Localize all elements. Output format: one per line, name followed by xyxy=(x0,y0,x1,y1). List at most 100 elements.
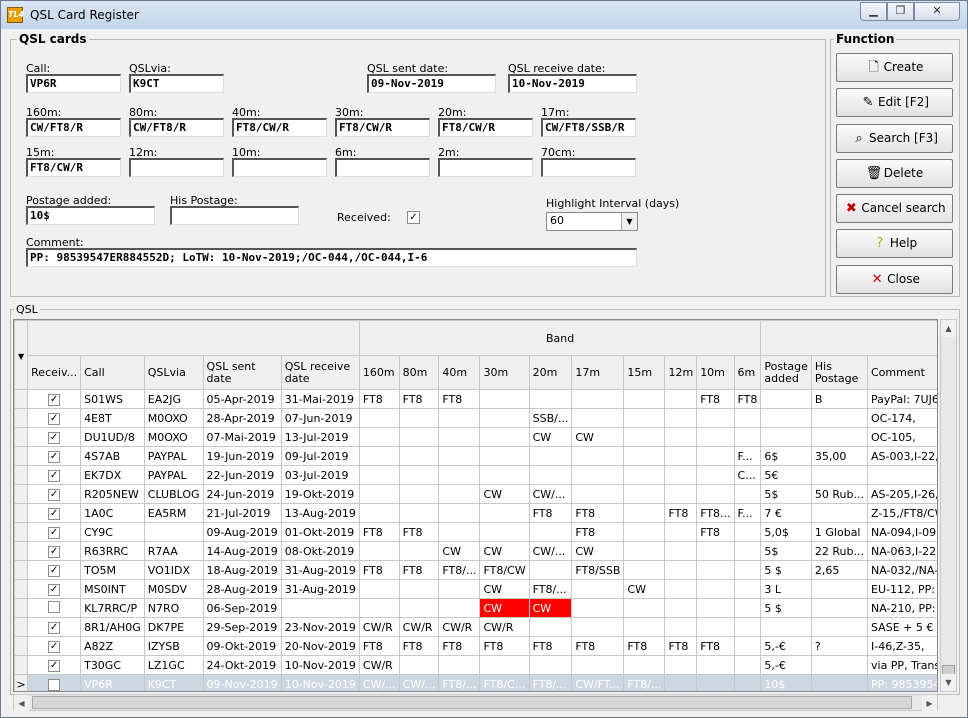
close-window-button[interactable]: ✕ xyxy=(914,2,960,21)
table-cell[interactable] xyxy=(438,446,481,466)
table-cell[interactable] xyxy=(733,636,762,656)
table-cell[interactable] xyxy=(143,522,204,542)
horizontal-scrollbar[interactable]: ◀ ▶ xyxy=(13,694,938,712)
table-cell[interactable] xyxy=(528,465,573,485)
table-cell[interactable]: FT8/SSB xyxy=(571,560,625,580)
table-cell[interactable] xyxy=(696,655,735,675)
table-cell[interactable]: Z-15,/FT8/CW/... xyxy=(867,503,937,523)
scroll-left-icon[interactable]: ◀ xyxy=(14,695,29,712)
table-cell[interactable] xyxy=(664,446,698,466)
table-cell[interactable]: CW xyxy=(479,484,530,504)
table-cell[interactable] xyxy=(623,427,666,447)
table-cell[interactable]: FT8/... xyxy=(528,579,573,599)
table-cell[interactable] xyxy=(867,465,937,485)
received-row-checkbox[interactable]: ✓ xyxy=(48,489,61,501)
table-cell[interactable] xyxy=(358,408,400,428)
table-cell[interactable]: 05-Apr-2019 xyxy=(202,389,282,409)
table-cell[interactable]: I-46,Z-35, xyxy=(867,636,937,656)
table-cell[interactable] xyxy=(528,655,573,675)
table-cell[interactable]: via PP, Transakt... xyxy=(867,655,937,675)
table-cell[interactable] xyxy=(571,655,625,675)
table-cell[interactable] xyxy=(733,579,762,599)
minimize-button[interactable]: ▁ xyxy=(860,2,887,21)
scroll-down-icon[interactable]: ▼ xyxy=(941,674,956,691)
table-cell[interactable]: CW xyxy=(479,541,530,561)
table-cell[interactable]: FT8 xyxy=(696,522,735,542)
table-cell[interactable] xyxy=(398,503,440,523)
table-cell[interactable]: FT8 xyxy=(438,636,481,656)
table-cell[interactable] xyxy=(398,408,440,428)
table-cell[interactable] xyxy=(623,408,666,428)
table-cell[interactable]: IZYSB xyxy=(143,636,204,656)
call-field[interactable]: VP6R xyxy=(26,74,121,93)
table-cell[interactable]: FT8 xyxy=(479,636,530,656)
table-row[interactable]: ✓ 4E8T M0OXO 28-Apr-2019 07-Jun-2019 SSB/... O… xyxy=(14,408,937,428)
column-header[interactable]: Comment xyxy=(867,355,937,390)
table-cell[interactable]: VO1IDX xyxy=(143,560,204,580)
table-cell[interactable]: 01-Okt-2019 xyxy=(280,522,360,542)
table-cell[interactable]: 13-Aug-2019 xyxy=(280,503,360,523)
table-cell[interactable]: K9CT xyxy=(143,674,204,691)
table-cell[interactable] xyxy=(696,484,735,504)
table-cell[interactable] xyxy=(479,655,530,675)
comment-field[interactable]: PP: 98539547ER884552D; LoTW: 10-Nov-2019… xyxy=(26,248,637,267)
table-cell[interactable] xyxy=(623,446,666,466)
table-cell[interactable] xyxy=(664,579,698,599)
received-checkbox[interactable]: ✓ xyxy=(407,211,420,224)
received-cell[interactable]: ✓ xyxy=(27,579,82,599)
table-cell[interactable]: N7RO xyxy=(143,598,204,618)
table-cell[interactable]: FT8 xyxy=(664,503,698,523)
table-cell[interactable]: EK7DX xyxy=(80,465,145,485)
table-cell[interactable]: PayPal: 7UJ639... xyxy=(867,389,937,409)
table-cell[interactable] xyxy=(528,560,573,580)
help-button[interactable]: ? Help xyxy=(836,229,953,258)
band-6m-field[interactable] xyxy=(335,158,430,177)
table-cell[interactable]: C... xyxy=(733,465,762,485)
table-cell[interactable] xyxy=(438,484,481,504)
table-cell[interactable]: PP: 98539547E... xyxy=(867,674,937,691)
table-cell[interactable]: 23-Nov-2019 xyxy=(280,617,360,637)
band-12m-field[interactable] xyxy=(129,158,224,177)
table-cell[interactable]: SSB/... xyxy=(528,408,573,428)
table-cell[interactable] xyxy=(479,408,530,428)
table-cell[interactable]: NA-063,I-22,Z-1... xyxy=(867,541,937,561)
received-row-checkbox[interactable]: ✓ xyxy=(48,470,61,482)
column-header[interactable]: 160m xyxy=(358,355,400,390)
received-row-checkbox[interactable]: ✓ xyxy=(48,413,61,425)
table-cell[interactable] xyxy=(623,655,666,675)
table-cell[interactable] xyxy=(810,408,869,428)
table-cell[interactable]: 3 L xyxy=(760,579,812,599)
table-cell[interactable] xyxy=(438,522,481,542)
column-header[interactable]: 20m xyxy=(528,355,573,390)
table-cell[interactable] xyxy=(810,655,869,675)
table-cell[interactable] xyxy=(623,541,666,561)
received-row-checkbox[interactable]: ✓ xyxy=(48,641,61,653)
table-cell[interactable] xyxy=(358,446,400,466)
received-cell[interactable]: ✓ xyxy=(27,674,82,691)
table-cell[interactable]: 5,-€ xyxy=(760,636,812,656)
table-cell[interactable] xyxy=(571,484,625,504)
table-cell[interactable] xyxy=(438,503,481,523)
table-cell[interactable]: PAYPAL xyxy=(143,465,204,485)
table-cell[interactable]: SASE + 5 € xyxy=(867,617,937,637)
column-header[interactable]: QSL sent date xyxy=(202,355,282,390)
table-cell[interactable] xyxy=(696,579,735,599)
row-indicator[interactable] xyxy=(14,579,29,599)
table-cell[interactable] xyxy=(733,522,762,542)
table-cell[interactable] xyxy=(571,617,625,637)
table-row[interactable]: ✓ A82Z IZYSB 09-Okt-2019 20-Nov-2019 FT8 FT8 FT… xyxy=(14,636,937,656)
table-cell[interactable] xyxy=(438,655,481,675)
table-cell[interactable] xyxy=(760,389,812,409)
column-header[interactable]: 17m xyxy=(571,355,625,390)
table-cell[interactable]: 24-Jun-2019 xyxy=(202,484,282,504)
title-bar[interactable]: TL4 QSL Card Register ▁ ❐ ✕ xyxy=(1,1,967,29)
table-cell[interactable] xyxy=(358,579,400,599)
table-cell[interactable] xyxy=(623,598,666,618)
table-cell[interactable] xyxy=(733,598,762,618)
row-indicator[interactable] xyxy=(14,446,29,466)
table-cell[interactable]: EU-112, PP: 1F... xyxy=(867,579,937,599)
table-cell[interactable] xyxy=(358,427,400,447)
table-cell[interactable] xyxy=(664,541,698,561)
table-cell[interactable] xyxy=(696,446,735,466)
table-cell[interactable]: FT8 xyxy=(571,636,625,656)
